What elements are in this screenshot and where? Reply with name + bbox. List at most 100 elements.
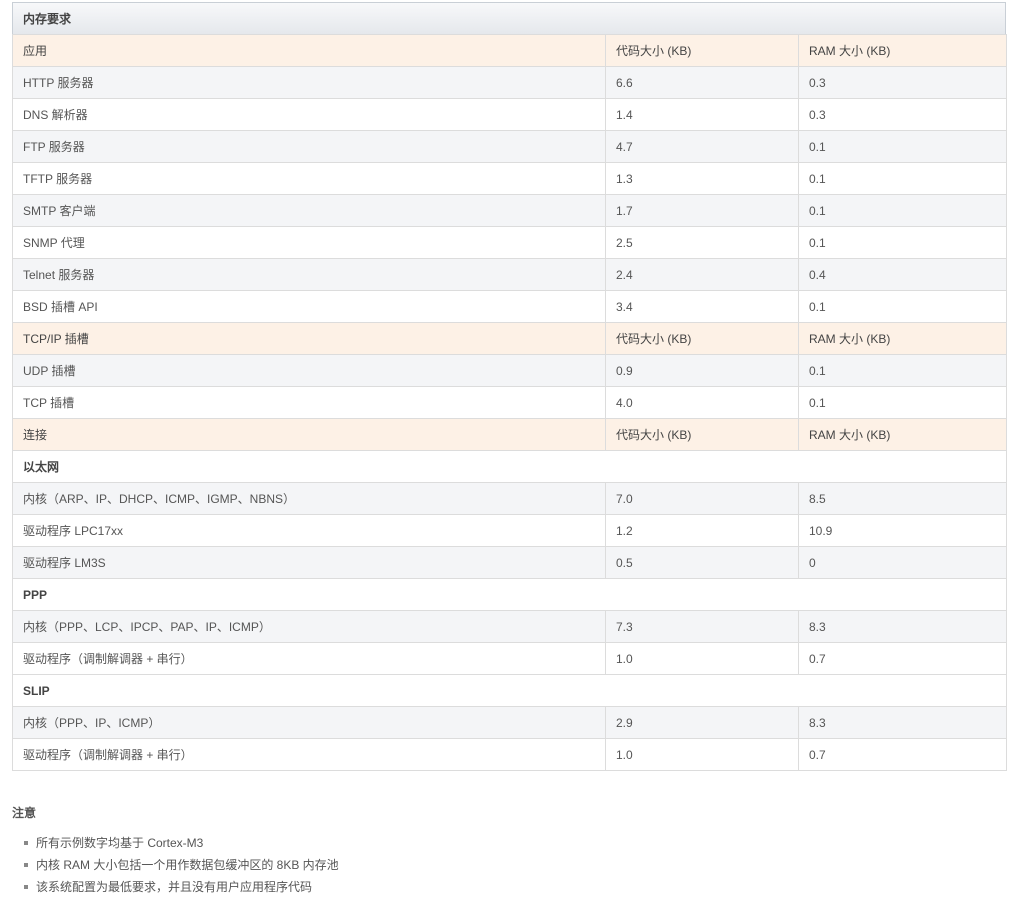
code-size-cell: 0.9 [605, 354, 799, 387]
note-text: 该系统配置为最低要求，并且没有用户应用程序代码 [36, 880, 313, 894]
table-row: 驱动程序（调制解调器 + 串行） 1.0 0.7 [12, 642, 1007, 675]
section-row: SLIP [12, 674, 1007, 707]
section-row: PPP [12, 578, 1007, 611]
name-cell: 驱动程序（调制解调器 + 串行） [12, 642, 606, 675]
group-header-row: 连接 代码大小 (KB) RAM 大小 (KB) [12, 418, 1007, 451]
ram-size-cell: 0.1 [798, 386, 1007, 419]
code-size-cell: 1.7 [605, 194, 799, 227]
name-cell: 驱动程序 LM3S [12, 546, 606, 579]
table-row: 内核（ARP、IP、DHCP、ICMP、IGMP、NBNS） 7.0 8.5 [12, 482, 1007, 515]
note-item: 该系统配置为最低要求，并且没有用户应用程序代码 [24, 876, 1006, 898]
name-cell: Telnet 服务器 [12, 258, 606, 291]
ram-size-cell: 0.7 [798, 642, 1007, 675]
ram-size-cell: 0.3 [798, 98, 1007, 131]
ram-size-cell: 8.3 [798, 706, 1007, 739]
table-row: FTP 服务器 4.7 0.1 [12, 130, 1007, 163]
note-text: 内核 RAM 大小包括一个用作数据包缓冲区的 8KB 内存池 [36, 858, 339, 872]
ram-size-cell: 0.1 [798, 226, 1007, 259]
section-label-cell: SLIP [12, 674, 1007, 707]
code-size-cell: 2.4 [605, 258, 799, 291]
name-cell: SMTP 客户端 [12, 194, 606, 227]
code-size-cell: 代码大小 (KB) [605, 418, 799, 451]
name-cell: TCP 插槽 [12, 386, 606, 419]
ram-size-cell: 0.1 [798, 354, 1007, 387]
name-cell: TFTP 服务器 [12, 162, 606, 195]
section-row: 以太网 [12, 450, 1007, 483]
code-size-cell: 1.0 [605, 642, 799, 675]
table-row: TFTP 服务器 1.3 0.1 [12, 162, 1007, 195]
table-row: 驱动程序 LPC17xx 1.2 10.9 [12, 514, 1007, 547]
name-cell: HTTP 服务器 [12, 66, 606, 99]
name-cell: 内核（PPP、IP、ICMP） [12, 706, 606, 739]
table-row: BSD 插槽 API 3.4 0.1 [12, 290, 1007, 323]
table-row: UDP 插槽 0.9 0.1 [12, 354, 1007, 387]
ram-size-cell: 10.9 [798, 514, 1007, 547]
name-cell: 应用 [12, 34, 606, 67]
code-size-cell: 2.5 [605, 226, 799, 259]
bullet-icon [24, 885, 28, 889]
code-size-cell: 0.5 [605, 546, 799, 579]
ram-size-cell: 0.7 [798, 738, 1007, 771]
table-row: HTTP 服务器 6.6 0.3 [12, 66, 1007, 99]
ram-size-cell: 8.5 [798, 482, 1007, 515]
table-row: DNS 解析器 1.4 0.3 [12, 98, 1007, 131]
table-row: Telnet 服务器 2.4 0.4 [12, 258, 1007, 291]
name-cell: UDP 插槽 [12, 354, 606, 387]
table-row: 内核（PPP、LCP、IPCP、PAP、IP、ICMP） 7.3 8.3 [12, 610, 1007, 643]
name-cell: 内核（PPP、LCP、IPCP、PAP、IP、ICMP） [12, 610, 606, 643]
table-row: SNMP 代理 2.5 0.1 [12, 226, 1007, 259]
name-cell: SNMP 代理 [12, 226, 606, 259]
notes-section: 注意 所有示例数字均基于 Cortex-M3 内核 RAM 大小包括一个用作数据… [12, 804, 1006, 898]
name-cell: 驱动程序（调制解调器 + 串行） [12, 738, 606, 771]
note-text: 所有示例数字均基于 Cortex-M3 [36, 836, 204, 850]
code-size-cell: 1.3 [605, 162, 799, 195]
memory-table: 应用 代码大小 (KB) RAM 大小 (KB) HTTP 服务器 6.6 0.3 DNS … [12, 34, 1007, 771]
name-cell: DNS 解析器 [12, 98, 606, 131]
table-row: 内核（PPP、IP、ICMP） 2.9 8.3 [12, 706, 1007, 739]
table-row: TCP 插槽 4.0 0.1 [12, 386, 1007, 419]
table-caption: 内存要求 [12, 2, 1006, 34]
ram-size-cell: 0.4 [798, 258, 1007, 291]
name-cell: 连接 [12, 418, 606, 451]
ram-size-cell: RAM 大小 (KB) [798, 418, 1007, 451]
ram-size-cell: 8.3 [798, 610, 1007, 643]
ram-size-cell: RAM 大小 (KB) [798, 34, 1007, 67]
ram-size-cell: RAM 大小 (KB) [798, 322, 1007, 355]
group-header-row: 应用 代码大小 (KB) RAM 大小 (KB) [12, 34, 1007, 67]
name-cell: 驱动程序 LPC17xx [12, 514, 606, 547]
bullet-icon [24, 863, 28, 867]
code-size-cell: 代码大小 (KB) [605, 34, 799, 67]
code-size-cell: 代码大小 (KB) [605, 322, 799, 355]
ram-size-cell: 0.1 [798, 290, 1007, 323]
code-size-cell: 1.4 [605, 98, 799, 131]
name-cell: FTP 服务器 [12, 130, 606, 163]
notes-list: 所有示例数字均基于 Cortex-M3 内核 RAM 大小包括一个用作数据包缓冲… [12, 832, 1006, 898]
note-item: 所有示例数字均基于 Cortex-M3 [24, 832, 1006, 854]
section-label-cell: PPP [12, 578, 1007, 611]
code-size-cell: 4.7 [605, 130, 799, 163]
bullet-icon [24, 841, 28, 845]
code-size-cell: 3.4 [605, 290, 799, 323]
ram-size-cell: 0 [798, 546, 1007, 579]
note-item: 内核 RAM 大小包括一个用作数据包缓冲区的 8KB 内存池 [24, 854, 1006, 876]
ram-size-cell: 0.3 [798, 66, 1007, 99]
name-cell: TCP/IP 插槽 [12, 322, 606, 355]
code-size-cell: 1.0 [605, 738, 799, 771]
code-size-cell: 4.0 [605, 386, 799, 419]
code-size-cell: 7.0 [605, 482, 799, 515]
ram-size-cell: 0.1 [798, 130, 1007, 163]
section-label-cell: 以太网 [12, 450, 1007, 483]
memory-requirements-panel: 内存要求 应用 代码大小 (KB) RAM 大小 (KB) HTTP 服务器 6.6 0.… [12, 2, 1007, 771]
code-size-cell: 2.9 [605, 706, 799, 739]
table-row: SMTP 客户端 1.7 0.1 [12, 194, 1007, 227]
ram-size-cell: 0.1 [798, 194, 1007, 227]
group-header-row: TCP/IP 插槽 代码大小 (KB) RAM 大小 (KB) [12, 322, 1007, 355]
table-row: 驱动程序 LM3S 0.5 0 [12, 546, 1007, 579]
notes-title: 注意 [12, 806, 37, 820]
table-row: 驱动程序（调制解调器 + 串行） 1.0 0.7 [12, 738, 1007, 771]
name-cell: BSD 插槽 API [12, 290, 606, 323]
name-cell: 内核（ARP、IP、DHCP、ICMP、IGMP、NBNS） [12, 482, 606, 515]
code-size-cell: 1.2 [605, 514, 799, 547]
ram-size-cell: 0.1 [798, 162, 1007, 195]
code-size-cell: 7.3 [605, 610, 799, 643]
